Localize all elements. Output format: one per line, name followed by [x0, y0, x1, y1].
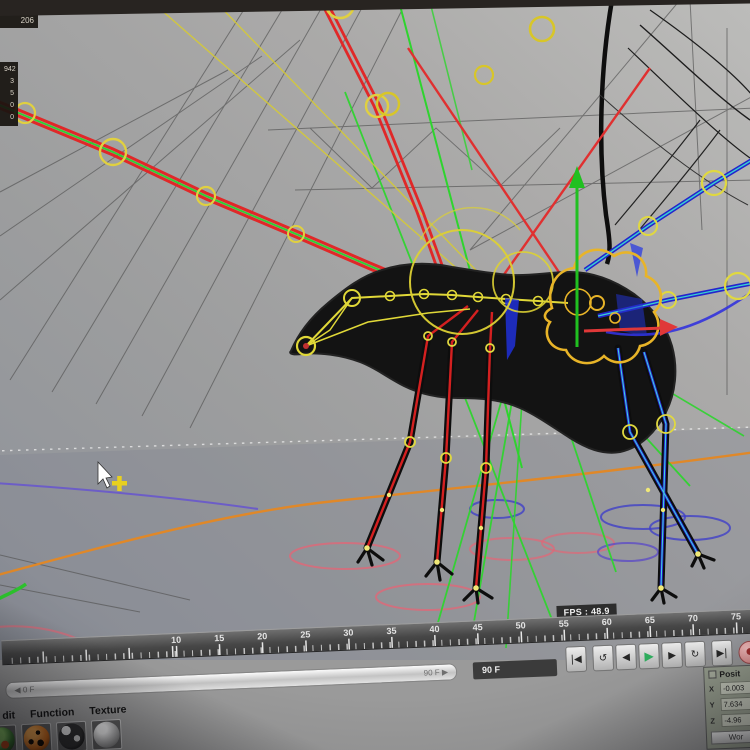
axis-label: Z	[710, 716, 718, 725]
frame-range-slider[interactable]: ◀ 0 F 90 F ▶	[5, 663, 457, 699]
ruler-number: 65	[645, 615, 655, 625]
range-start-value: 0 F	[23, 685, 35, 694]
material-thumbnail[interactable]	[0, 724, 18, 750]
axis-value-field[interactable]: -0.003	[720, 681, 750, 696]
material-manager	[0, 719, 122, 750]
menu-item[interactable]: Texture	[89, 703, 127, 717]
ruler-number: 15	[214, 633, 224, 643]
ruler-number: 75	[731, 611, 741, 621]
transport-glyph: ▶	[668, 650, 676, 661]
ruler-number: 70	[688, 613, 698, 623]
ruler-number: 45	[472, 622, 482, 632]
range-start-arrow-icon[interactable]: ◀	[14, 685, 21, 694]
menu-item[interactable]: Function	[30, 706, 75, 720]
hud-stats-box: 9423500	[0, 62, 18, 126]
range-start-label: ◀ 0 F	[14, 685, 34, 695]
coordinate-row: Z -4.96	[710, 713, 750, 728]
ruler-number: 30	[343, 627, 353, 637]
axis-label: Y	[709, 700, 717, 709]
previous-frame-button[interactable]: ◀	[615, 644, 637, 671]
record-button[interactable]: ●	[738, 640, 750, 664]
go-to-end-button[interactable]: ▶|	[711, 640, 733, 667]
coordinate-space-button[interactable]: Wor	[711, 730, 750, 745]
ruler-number: 60	[602, 617, 612, 627]
transport-glyph: ↺	[599, 652, 608, 663]
go-to-start-button[interactable]: |◀	[565, 646, 587, 673]
hud-stats-line: 3	[4, 76, 14, 88]
grid-icon	[708, 670, 716, 678]
transport-glyph: |◀	[570, 653, 582, 664]
transport-glyph: ◀	[622, 651, 630, 662]
ruler-number: 35	[386, 626, 396, 636]
ruler-number: 40	[429, 624, 439, 634]
ruler-number: 20	[257, 631, 267, 641]
transport-glyph: ●	[746, 647, 750, 657]
material-thumbnail[interactable]	[21, 723, 53, 750]
transport-glyph: ▶|	[716, 647, 728, 658]
coordinates-header: Posit	[708, 668, 750, 680]
ruler-number: 55	[559, 618, 569, 628]
coordinate-row: Y 7.634	[709, 697, 750, 712]
axis-value-field[interactable]: 7.634	[720, 697, 750, 712]
hud-stats-line: 5	[4, 88, 14, 100]
transport-glyph: ↻	[691, 649, 700, 660]
range-end-arrow-icon[interactable]: ▶	[442, 668, 449, 677]
hud-stats-line: 942	[4, 64, 14, 76]
material-thumbnail[interactable]	[56, 721, 88, 750]
hud-total-value: 206	[4, 15, 34, 26]
play-button[interactable]: ▶	[638, 643, 660, 670]
ruler-number: 25	[300, 629, 310, 639]
current-frame-field[interactable]: 90 F	[473, 659, 558, 680]
coordinates-rows: X -0.003 Y 7.634 Z -4.96	[709, 681, 750, 728]
coordinate-row: X -0.003	[709, 681, 750, 696]
next-frame-button[interactable]: ▶	[661, 642, 683, 669]
range-end-value: 90 F	[423, 668, 439, 678]
ruler-number: 10	[171, 635, 181, 645]
hud-stats-line: 0	[4, 112, 14, 124]
transport-glyph: ▶	[644, 649, 654, 663]
axis-value-field[interactable]: -4.96	[721, 713, 750, 728]
coordinates-title: Posit	[719, 668, 740, 679]
coordinates-panel: Posit X -0.003 Y 7.634 Z -4.96 Wor	[703, 664, 750, 749]
range-end-label: 90 F ▶	[423, 668, 448, 678]
viewport-3d[interactable]	[0, 0, 750, 660]
axis-label: X	[709, 684, 717, 693]
hud-stats-line: 0	[4, 100, 14, 112]
ruler-number: 50	[515, 620, 525, 630]
next-key-button[interactable]: ↻	[684, 641, 706, 668]
menu-item[interactable]: dit	[2, 709, 15, 722]
monitor-photo: ed Total 206 9423500 FPS : 48.9 10152025…	[0, 0, 750, 750]
previous-key-button[interactable]: ↺	[592, 645, 614, 672]
material-thumbnail[interactable]	[91, 719, 123, 750]
